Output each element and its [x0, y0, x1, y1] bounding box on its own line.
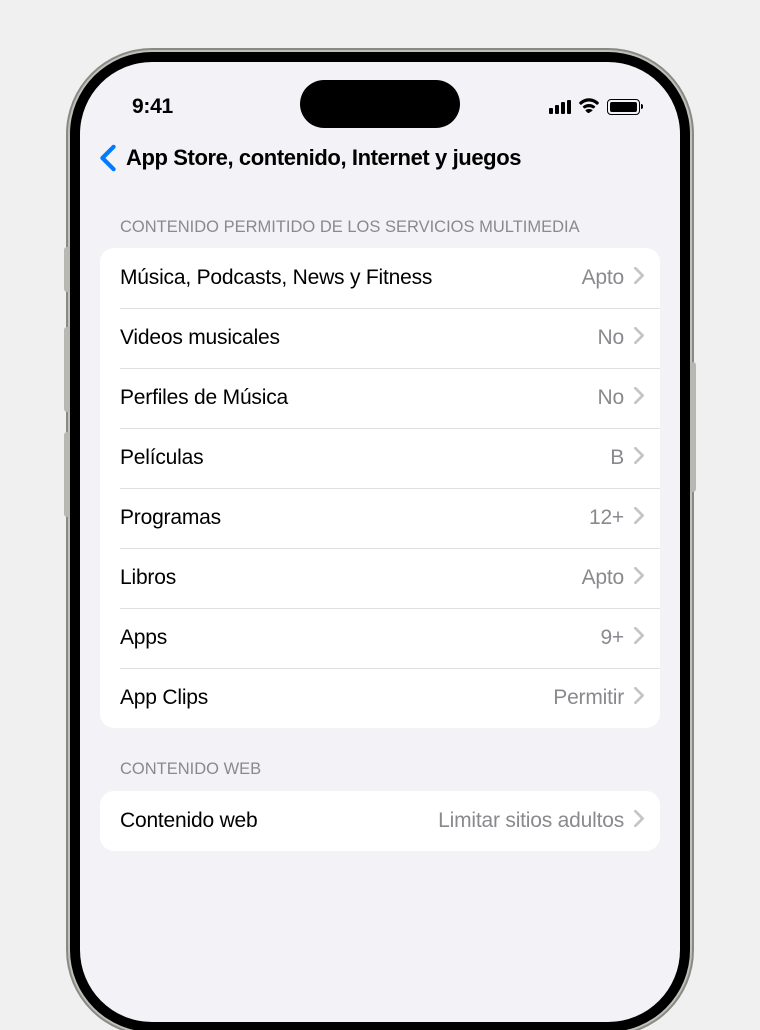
settings-row-web-content[interactable]: Contenido web Limitar sitios adultos	[100, 791, 660, 851]
row-label: Videos musicales	[120, 326, 598, 350]
phone-frame: 9:41	[70, 52, 690, 1030]
row-label: Perfiles de Música	[120, 386, 598, 410]
row-value: 12+	[589, 506, 624, 530]
settings-row-music-videos[interactable]: Videos musicales No	[100, 308, 660, 368]
row-value: No	[598, 386, 624, 410]
wifi-icon	[578, 97, 600, 118]
settings-row-tv-shows[interactable]: Programas 12+	[100, 488, 660, 548]
row-value: Apto	[582, 266, 624, 290]
settings-row-app-clips[interactable]: App Clips Permitir	[100, 668, 660, 728]
row-label: Apps	[120, 626, 600, 650]
chevron-right-icon	[634, 567, 644, 589]
page-title: App Store, contenido, Internet y juegos	[126, 145, 521, 171]
phone-side-button	[690, 362, 696, 492]
row-value: B	[610, 446, 624, 470]
phone-side-button	[64, 327, 70, 412]
row-label: App Clips	[120, 686, 553, 710]
cellular-icon	[549, 100, 571, 114]
row-label: Programas	[120, 506, 589, 530]
settings-content: CONTENIDO PERMITIDO DE LOS SERVICIOS MUL…	[80, 186, 680, 851]
chevron-right-icon	[634, 627, 644, 649]
dynamic-island	[300, 80, 460, 128]
chevron-right-icon	[634, 687, 644, 709]
settings-row-books[interactable]: Libros Apto	[100, 548, 660, 608]
chevron-right-icon	[634, 507, 644, 529]
status-time: 9:41	[132, 95, 173, 119]
screen: 9:41	[80, 62, 680, 1022]
section-header-web: CONTENIDO WEB	[100, 728, 660, 790]
row-value: Apto	[582, 566, 624, 590]
settings-group-media: Música, Podcasts, News y Fitness Apto Vi…	[100, 248, 660, 728]
settings-row-apps[interactable]: Apps 9+	[100, 608, 660, 668]
row-label: Música, Podcasts, News y Fitness	[120, 266, 582, 290]
settings-row-movies[interactable]: Películas B	[100, 428, 660, 488]
row-value: Limitar sitios adultos	[438, 809, 624, 833]
phone-side-button	[64, 432, 70, 517]
back-button[interactable]	[98, 144, 118, 172]
chevron-right-icon	[634, 327, 644, 349]
row-label: Contenido web	[120, 809, 438, 833]
nav-bar: App Store, contenido, Internet y juegos	[80, 132, 680, 186]
phone-side-button	[64, 247, 70, 292]
chevron-right-icon	[634, 810, 644, 832]
chevron-right-icon	[634, 387, 644, 409]
chevron-right-icon	[634, 267, 644, 289]
row-value: Permitir	[553, 686, 624, 710]
settings-group-web: Contenido web Limitar sitios adultos	[100, 791, 660, 851]
row-label: Películas	[120, 446, 610, 470]
battery-icon	[607, 99, 640, 115]
settings-row-music-podcasts[interactable]: Música, Podcasts, News y Fitness Apto	[100, 248, 660, 308]
row-value: 9+	[600, 626, 624, 650]
row-value: No	[598, 326, 624, 350]
row-label: Libros	[120, 566, 582, 590]
settings-row-music-profiles[interactable]: Perfiles de Música No	[100, 368, 660, 428]
section-header-media: CONTENIDO PERMITIDO DE LOS SERVICIOS MUL…	[100, 186, 660, 248]
chevron-right-icon	[634, 447, 644, 469]
status-icons	[549, 97, 640, 118]
